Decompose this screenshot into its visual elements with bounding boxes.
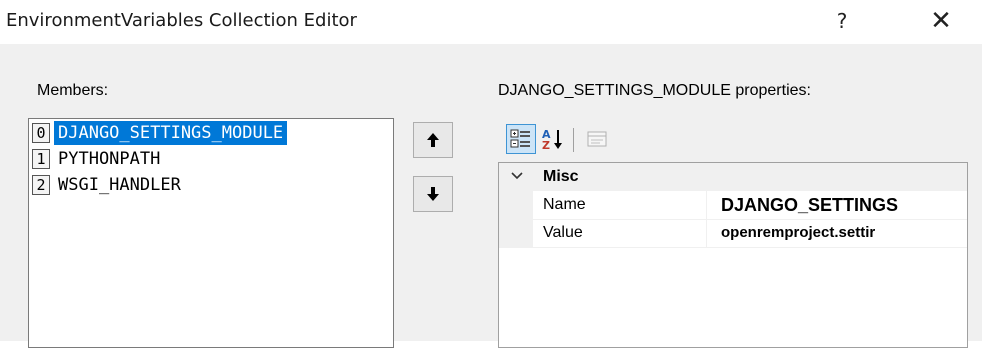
categorized-icon — [510, 129, 530, 148]
arrow-down-icon — [427, 187, 439, 201]
window-title: EnvironmentVariables Collection Editor — [6, 10, 357, 31]
column-divider — [706, 191, 707, 219]
list-item[interactable]: 0 DJANGO_SETTINGS_MODULE — [32, 120, 390, 146]
property-name: Value — [543, 224, 583, 241]
help-button[interactable]: ? — [819, 2, 865, 40]
move-down-button[interactable] — [413, 176, 453, 212]
svg-text:Z: Z — [542, 139, 550, 151]
property-pages-icon — [587, 131, 607, 147]
property-name: Name — [543, 196, 586, 213]
category-label: Misc — [543, 168, 579, 185]
property-row-value[interactable]: Value openremproject.settir — [499, 219, 967, 248]
properties-label: DJANGO_SETTINGS_MODULE properties: — [498, 82, 811, 99]
members-label: Members: — [37, 82, 109, 99]
column-divider — [706, 219, 707, 247]
list-item[interactable]: 2 WSGI_HANDLER — [32, 173, 390, 197]
property-row-name[interactable]: Name DJANGO_SETTINGS — [499, 191, 967, 220]
move-up-button[interactable] — [413, 122, 453, 158]
members-list[interactable]: 0 DJANGO_SETTINGS_MODULE 1 PYTHONPATH 2 WSG… — [28, 118, 394, 348]
property-pages-button[interactable] — [582, 124, 612, 154]
member-name: WSGI_HANDLER — [58, 175, 181, 195]
close-button[interactable]: ✕ — [918, 2, 964, 40]
member-index: 1 — [32, 149, 50, 169]
property-grid[interactable]: Misc Name DJANGO_SETTINGS Value openremp… — [498, 162, 968, 348]
list-item[interactable]: 1 PYTHONPATH — [32, 147, 390, 171]
member-name: PYTHONPATH — [58, 149, 161, 169]
help-icon: ? — [836, 9, 848, 33]
categorized-button[interactable] — [506, 124, 536, 154]
close-icon: ✕ — [930, 6, 952, 36]
toolbar-separator — [573, 128, 574, 152]
row-gutter — [499, 191, 533, 219]
category-row-misc[interactable]: Misc — [499, 163, 967, 191]
property-grid-toolbar: A Z — [498, 122, 662, 156]
chevron-down-icon[interactable] — [511, 171, 523, 181]
property-value[interactable]: DJANGO_SETTINGS — [721, 195, 965, 216]
property-value[interactable]: openremproject.settir — [721, 224, 965, 241]
alphabetical-sort-icon: A Z — [542, 128, 562, 151]
arrow-up-icon — [427, 133, 439, 147]
alphabetical-button[interactable]: A Z — [538, 124, 568, 154]
dialog-body: Members: DJANGO_SETTINGS_MODULE properti… — [0, 44, 982, 348]
title-bar: EnvironmentVariables Collection Editor ?… — [0, 0, 982, 44]
member-index: 0 — [32, 123, 50, 143]
member-name: DJANGO_SETTINGS_MODULE — [52, 120, 289, 146]
member-index: 2 — [32, 175, 50, 195]
row-gutter — [499, 219, 533, 247]
